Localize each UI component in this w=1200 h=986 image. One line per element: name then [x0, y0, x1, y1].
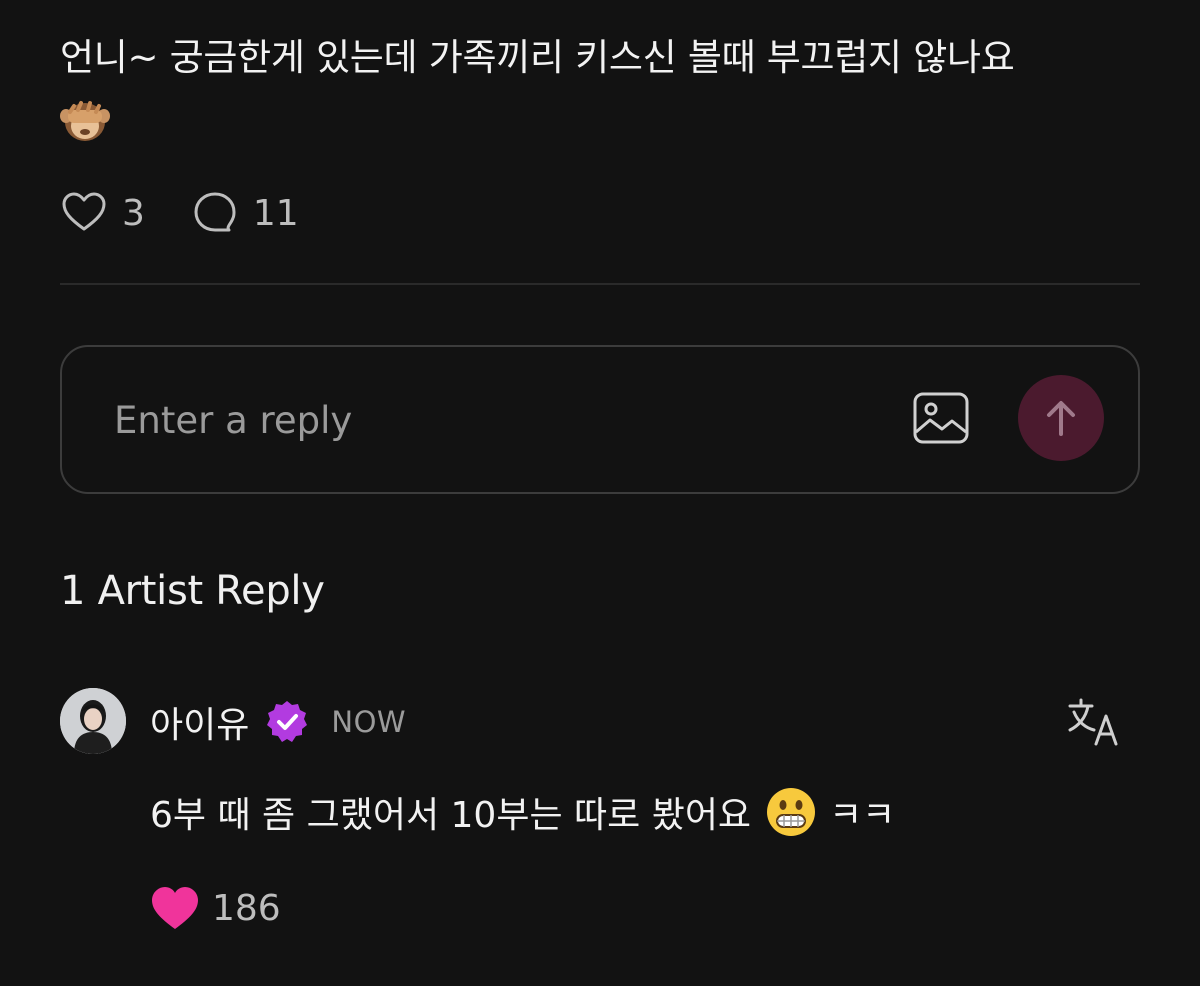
see-no-evil-monkey-icon: [60, 100, 110, 141]
heart-outline-icon[interactable]: [60, 189, 108, 237]
post-actions: 3 11: [60, 188, 345, 238]
send-button[interactable]: [1018, 375, 1104, 461]
comment-count: 11: [252, 192, 299, 234]
artist-name[interactable]: 아이유: [150, 696, 249, 748]
reply-like-count: 186: [212, 887, 281, 929]
verified-badge-icon: [267, 701, 308, 742]
timestamp: NOW: [331, 705, 407, 739]
heart-filled-icon[interactable]: [150, 885, 200, 931]
image-icon[interactable]: [912, 391, 970, 445]
arrow-up-icon: [1047, 401, 1075, 436]
avatar[interactable]: [60, 688, 126, 754]
artist-reply-header: 아이유 NOW: [150, 692, 406, 752]
artist-reply-text: 6부 때 좀 그랬어서 10부는 따로 봤어요 ㅋㅋ: [150, 786, 895, 838]
reply-message: 6부 때 좀 그랬어서 10부는 따로 봤어요: [150, 795, 752, 836]
like-count: 3: [122, 192, 145, 234]
reply-suffix: ㅋㅋ: [829, 795, 896, 836]
translate-icon[interactable]: [1066, 696, 1122, 748]
reply-composer: [60, 345, 1140, 494]
grimacing-face-icon: [767, 788, 816, 836]
artist-reply-likes: 186: [150, 882, 281, 934]
post-content: 언니~ 궁금한게 있는데 가족끼리 키스신 볼때 부끄럽지 않나요: [60, 30, 1145, 144]
divider: [60, 283, 1140, 285]
post-text: 언니~ 궁금한게 있는데 가족끼리 키스신 볼때 부끄럽지 않나요: [60, 36, 1015, 79]
like-action[interactable]: 3: [60, 189, 145, 237]
artist-replies-title: 1 Artist Reply: [60, 568, 325, 614]
reply-input[interactable]: [112, 391, 836, 449]
artist-avatar-image: [60, 688, 126, 754]
comment-icon[interactable]: [191, 189, 239, 237]
comment-action[interactable]: 11: [191, 189, 299, 237]
